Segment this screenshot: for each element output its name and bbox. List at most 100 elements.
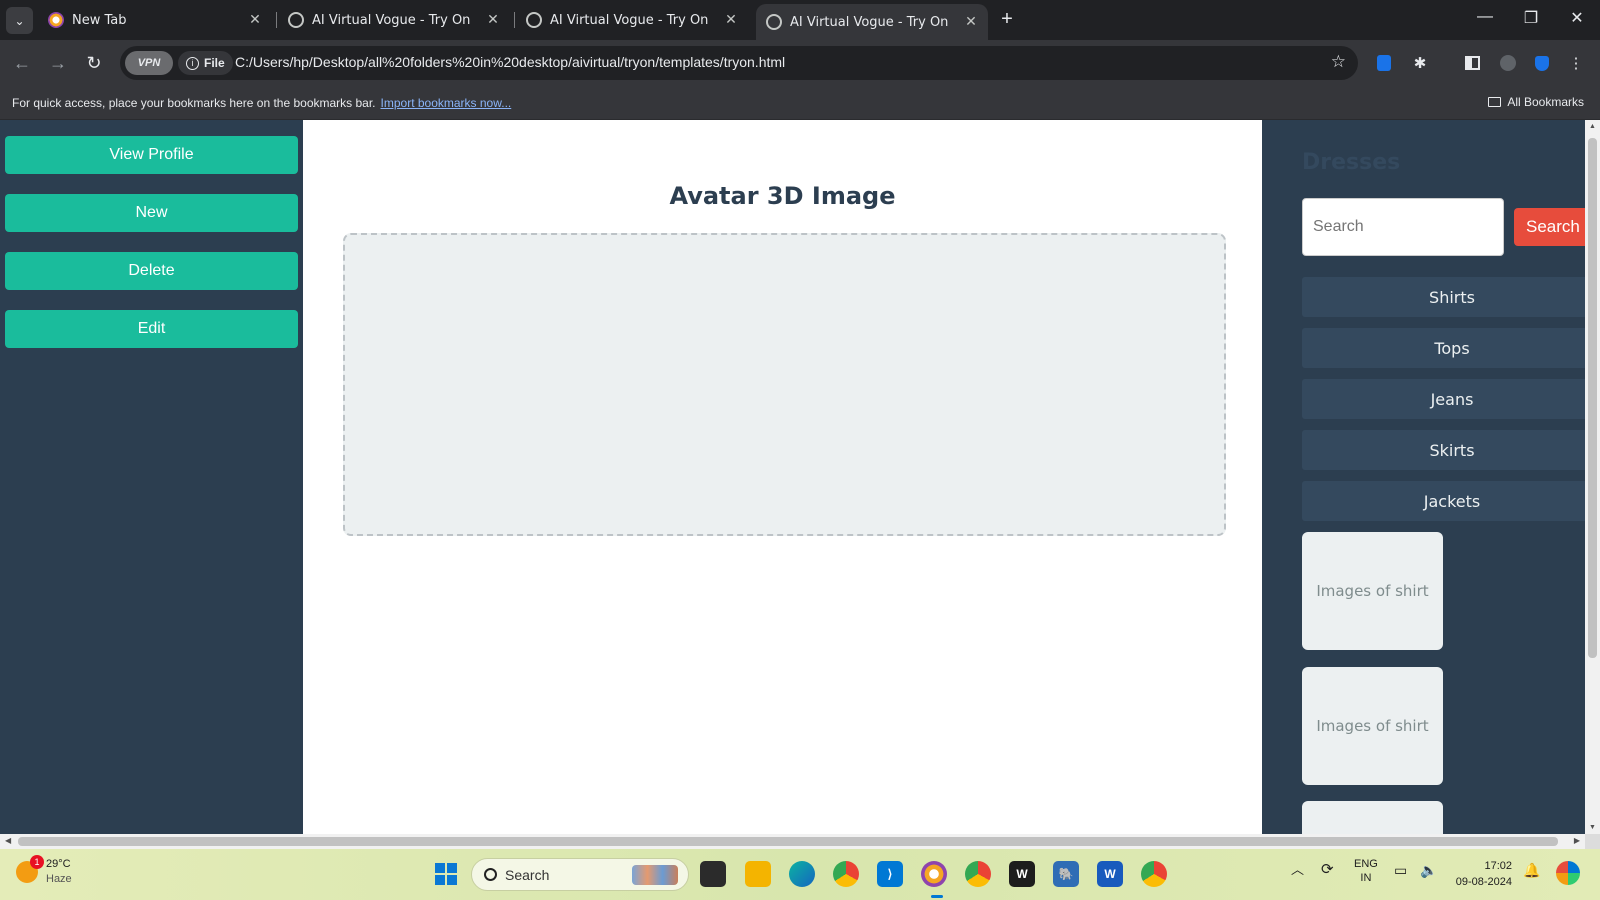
category-jeans[interactable]: Jeans <box>1302 379 1585 419</box>
close-icon[interactable]: ✕ <box>962 14 980 30</box>
webex-icon[interactable]: W <box>1009 861 1035 887</box>
all-bookmarks-label: All Bookmarks <box>1507 95 1584 109</box>
volume-icon[interactable]: 🔈 <box>1420 863 1437 877</box>
new-button[interactable]: New <box>5 194 298 232</box>
dresses-heading: Dresses <box>1302 150 1401 175</box>
arrow-right-icon: → <box>49 52 67 73</box>
weather-widget[interactable]: 1 29°C Haze <box>16 855 72 887</box>
windows-start-icon[interactable] <box>435 863 457 885</box>
view-profile-button[interactable]: View Profile <box>5 136 298 174</box>
chevron-down-icon: ⌄ <box>14 13 25 28</box>
dress-item[interactable]: Images of shirt <box>1302 667 1443 785</box>
postgres-icon[interactable]: 🐘 <box>1053 861 1079 887</box>
edge-browser-icon[interactable] <box>789 861 815 887</box>
vpn-badge[interactable]: VPN <box>125 51 173 75</box>
system-clock[interactable]: 17:02 09-08-2024 <box>1448 858 1512 890</box>
tab-new-tab[interactable]: New Tab ✕ <box>40 0 270 40</box>
category-shirts[interactable]: Shirts <box>1302 277 1585 317</box>
task-view-icon[interactable] <box>700 861 726 887</box>
back-button[interactable]: ← <box>11 52 33 74</box>
weather-badge: 1 <box>30 855 44 869</box>
vscode-icon[interactable]: ⟩ <box>877 861 903 887</box>
scroll-left-arrow-icon[interactable]: ◀ <box>5 836 11 845</box>
tab-try-on-1[interactable]: AI Virtual Vogue - Try On ✕ <box>282 0 508 40</box>
tray-overflow-chevron-icon[interactable]: ︿ <box>1291 863 1304 877</box>
side-panel-icon[interactable] <box>1461 52 1483 74</box>
close-window-button[interactable]: ✕ <box>1565 8 1589 28</box>
scroll-up-arrow-icon[interactable]: ▲ <box>1588 123 1597 130</box>
extensions-puzzle-icon[interactable]: ✱ <box>1409 52 1431 74</box>
bookmarks-prompt-text: For quick access, place your bookmarks h… <box>12 96 376 110</box>
category-tops[interactable]: Tops <box>1302 328 1585 368</box>
url-text[interactable]: C:/Users/hp/Desktop/all%20folders%20in%2… <box>235 54 785 70</box>
dress-search-input[interactable] <box>1302 198 1504 256</box>
site-info-chip[interactable]: i File <box>178 51 233 75</box>
page-viewport: View Profile New Delete Edit Avatar 3D I… <box>0 120 1585 834</box>
sync-icon[interactable]: ⟳ <box>1321 862 1334 877</box>
network-icon[interactable]: ▭ <box>1394 863 1407 877</box>
forward-button[interactable]: → <box>47 52 69 74</box>
windows-taskbar: 1 29°C Haze Search ⟩ W 🐘 W ︿ ⟳ ENG IN ▭ … <box>0 849 1600 900</box>
folder-icon <box>1488 97 1502 107</box>
search-button[interactable]: Search <box>1514 208 1585 246</box>
globe-icon <box>288 12 304 28</box>
word-icon[interactable]: W <box>1097 861 1123 887</box>
close-icon[interactable]: ✕ <box>484 12 502 28</box>
notification-bell-icon[interactable]: 🔔 <box>1523 863 1540 877</box>
restore-button[interactable]: ❐ <box>1519 8 1543 28</box>
vpn-label: VPN <box>137 57 161 69</box>
bookmark-star-icon[interactable]: ☆ <box>1331 52 1346 72</box>
tab-try-on-active[interactable]: AI Virtual Vogue - Try On ✕ <box>756 4 988 40</box>
globe-icon <box>766 14 782 30</box>
taskbar-search-label: Search <box>505 866 550 883</box>
edit-button[interactable]: Edit <box>5 310 298 348</box>
vertical-scroll-thumb[interactable] <box>1588 138 1597 658</box>
vertical-scrollbar[interactable]: ▲ ▼ <box>1585 120 1600 834</box>
reload-button[interactable]: ↻ <box>83 52 105 74</box>
tab-try-on-2[interactable]: AI Virtual Vogue - Try On ✕ <box>520 0 746 40</box>
page-title: Avatar 3D Image <box>669 182 896 210</box>
language-indicator[interactable]: ENG IN <box>1354 857 1378 885</box>
avatar-3d-viewer[interactable] <box>343 233 1226 536</box>
chrome-profile-icon[interactable] <box>965 861 991 887</box>
dress-item[interactable]: Images of shirt <box>1302 532 1443 650</box>
arrow-left-icon: ← <box>13 52 31 73</box>
delete-button[interactable]: Delete <box>5 252 298 290</box>
dress-item[interactable] <box>1302 801 1443 834</box>
bookmarks-bar: For quick access, place your bookmarks h… <box>0 86 1600 120</box>
import-bookmarks-link[interactable]: Import bookmarks now... <box>381 96 512 110</box>
category-skirts[interactable]: Skirts <box>1302 430 1585 470</box>
globe-icon <box>526 12 542 28</box>
all-bookmarks-button[interactable]: All Bookmarks <box>1488 95 1584 109</box>
horizontal-scroll-thumb[interactable] <box>18 837 1558 846</box>
taskbar-search[interactable]: Search <box>471 858 689 891</box>
scroll-down-arrow-icon[interactable]: ▼ <box>1588 824 1597 831</box>
tab-label: New Tab <box>72 12 127 28</box>
shield-extension-icon[interactable] <box>1531 52 1553 74</box>
close-icon[interactable]: ✕ <box>722 12 740 28</box>
left-sidebar: View Profile New Delete Edit <box>0 120 303 834</box>
scroll-right-arrow-icon[interactable]: ▶ <box>1574 836 1580 845</box>
region-code: IN <box>1360 872 1372 884</box>
tab-label: AI Virtual Vogue - Try On <box>790 14 949 30</box>
minimize-button[interactable]: — <box>1473 8 1497 26</box>
profile-avatar-icon[interactable] <box>1497 52 1519 74</box>
info-icon: i <box>186 56 199 70</box>
search-highlight-icon <box>632 865 678 885</box>
weather-sun-icon: 1 <box>16 855 44 883</box>
tab-search-button[interactable]: ⌄ <box>6 7 33 34</box>
close-icon[interactable]: ✕ <box>246 12 264 28</box>
address-bar[interactable]: VPN i File C:/Users/hp/Desktop/all%20fol… <box>120 46 1358 80</box>
menu-kebab-icon[interactable]: ⋮ <box>1565 52 1587 74</box>
new-tab-button[interactable]: + <box>995 8 1019 31</box>
chrome-icon[interactable] <box>833 861 859 887</box>
horizontal-scrollbar[interactable]: ◀ ▶ <box>0 834 1585 849</box>
file-explorer-icon[interactable] <box>745 861 771 887</box>
category-jackets[interactable]: Jackets <box>1302 481 1585 521</box>
clock-date: 09-08-2024 <box>1455 876 1512 888</box>
chrome-secondary-icon[interactable] <box>1141 861 1167 887</box>
browser-logo-icon <box>48 12 64 28</box>
vpn-extension-icon[interactable] <box>1373 52 1395 74</box>
copilot-icon[interactable] <box>1556 861 1580 885</box>
browser-active-icon[interactable] <box>921 861 947 887</box>
